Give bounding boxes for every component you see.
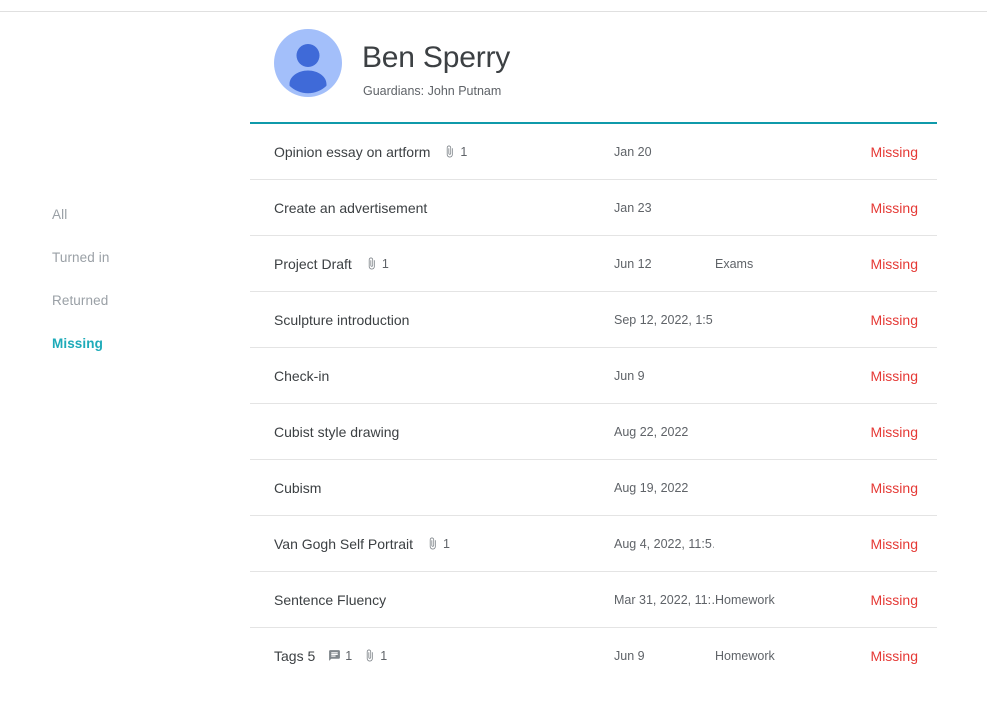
status-badge: Missing xyxy=(870,591,918,608)
status-badge: Missing xyxy=(870,479,918,496)
assignment-date: Jun 9 xyxy=(614,368,645,383)
assignment-title-cell: Create an advertisement xyxy=(274,199,427,217)
status-badge: Missing xyxy=(870,311,918,328)
guardians-label: Guardians: John Putnam xyxy=(363,84,502,98)
student-profile-header: Ben Sperry Guardians: John Putnam xyxy=(250,12,937,113)
assignment-date: Jan 23 xyxy=(614,200,652,215)
assignment-row[interactable]: Opinion essay on artform 1 Jan 20 Missing xyxy=(250,124,937,180)
assignment-title: Create an advertisement xyxy=(274,199,428,216)
assignment-title: Project Draft xyxy=(274,255,352,272)
assignment-title-cell: Check-in xyxy=(274,367,329,385)
status-badge: Missing xyxy=(870,199,918,216)
assignment-category: Homework xyxy=(715,648,775,663)
main-content: Ben Sperry Guardians: John Putnam Opinio… xyxy=(250,12,987,718)
status-badge: Missing xyxy=(870,423,918,440)
assignment-row[interactable]: Cubism Aug 19, 2022 Missing xyxy=(250,460,937,516)
attachment-count-group: 1 xyxy=(443,143,467,161)
assignment-row[interactable]: Project Draft 1 Jun 12 Exams Missing xyxy=(250,236,937,292)
assignment-title: Tags 5 xyxy=(274,647,316,664)
assignment-row[interactable]: Create an advertisement Jan 23 Missing xyxy=(250,180,937,236)
assignment-title-cell: Cubism xyxy=(274,479,321,497)
assignment-row[interactable]: Check-in Jun 9 Missing xyxy=(250,348,937,404)
status-badge: Missing xyxy=(870,255,918,272)
filter-sidebar: All Turned in Returned Missing xyxy=(0,12,250,718)
assignment-list: Opinion essay on artform 1 Jan 20 Missing Cr… xyxy=(250,124,937,683)
attachment-count: 1 xyxy=(460,144,468,159)
assignment-date: Aug 4, 2022, 11:5… xyxy=(614,536,714,551)
assignment-title-cell: Sculpture introduction xyxy=(274,311,409,329)
status-badge: Missing xyxy=(870,367,918,384)
attachment-count: 1 xyxy=(381,256,389,271)
assignment-title-cell: Sentence Fluency xyxy=(274,591,386,609)
assignment-date: Sep 12, 2022, 1:5… xyxy=(614,312,714,327)
assignment-date: Mar 31, 2022, 11:… xyxy=(614,592,714,607)
assignment-title-cell: Opinion essay on artform 1 xyxy=(274,143,467,161)
assignment-row[interactable]: Sentence Fluency Mar 31, 2022, 11:… Homewo… xyxy=(250,572,937,628)
assignment-title: Opinion essay on artform xyxy=(274,143,431,160)
assignment-title: Check-in xyxy=(274,367,330,384)
attachment-count-group: 1 xyxy=(365,255,389,273)
assignment-category: Homework xyxy=(715,592,775,607)
assignment-title-cell: Van Gogh Self Portrait 1 xyxy=(274,535,450,553)
assignment-row[interactable]: Sculpture introduction Sep 12, 2022, 1:5…… xyxy=(250,292,937,348)
assignment-date: Aug 22, 2022 xyxy=(614,424,689,439)
assignment-date: Aug 19, 2022 xyxy=(614,480,689,495)
status-badge: Missing xyxy=(870,647,918,664)
assignment-title: Van Gogh Self Portrait xyxy=(274,535,414,552)
attachment-count-group: 1 xyxy=(363,647,387,665)
comment-count-group: 1 xyxy=(328,647,352,665)
assignment-title: Cubism xyxy=(274,479,322,496)
assignment-title-cell: Project Draft 1 xyxy=(274,255,389,273)
assignment-row[interactable]: Cubist style drawing Aug 22, 2022 Missing xyxy=(250,404,937,460)
page-layout: All Turned in Returned Missing Ben Sperry G… xyxy=(0,12,987,718)
assignment-title: Sculpture introduction xyxy=(274,311,410,328)
assignment-title-cell: Tags 5 1 1 xyxy=(274,647,387,665)
attachment-count: 1 xyxy=(380,648,388,663)
assignment-title-cell: Cubist style drawing xyxy=(274,423,399,441)
assignment-row[interactable]: Van Gogh Self Portrait 1 Aug 4, 2022, 11:5… xyxy=(250,516,937,572)
sidebar-item-all[interactable]: All xyxy=(52,207,67,223)
sidebar-item-returned[interactable]: Returned xyxy=(52,293,108,309)
attachment-count: 1 xyxy=(443,536,450,551)
student-name: Ben Sperry xyxy=(362,41,511,74)
comment-count: 1 xyxy=(345,648,353,663)
attachment-count-group: 1 xyxy=(426,535,450,553)
sidebar-item-missing[interactable]: Missing xyxy=(52,336,103,352)
assignment-category: Exams xyxy=(715,256,754,271)
assignment-row[interactable]: Tags 5 1 1 Jun 9 Homework Missing xyxy=(250,628,937,683)
status-badge: Missing xyxy=(870,143,918,160)
sidebar-item-turned-in[interactable]: Turned in xyxy=(52,250,109,266)
assignment-date: Jun 12 xyxy=(614,256,652,271)
status-badge: Missing xyxy=(870,535,918,552)
assignment-title: Cubist style drawing xyxy=(274,423,400,440)
assignment-date: Jun 9 xyxy=(614,648,645,663)
person-avatar-icon xyxy=(274,29,342,97)
assignment-title: Sentence Fluency xyxy=(274,591,387,608)
assignment-date: Jan 20 xyxy=(614,144,652,159)
